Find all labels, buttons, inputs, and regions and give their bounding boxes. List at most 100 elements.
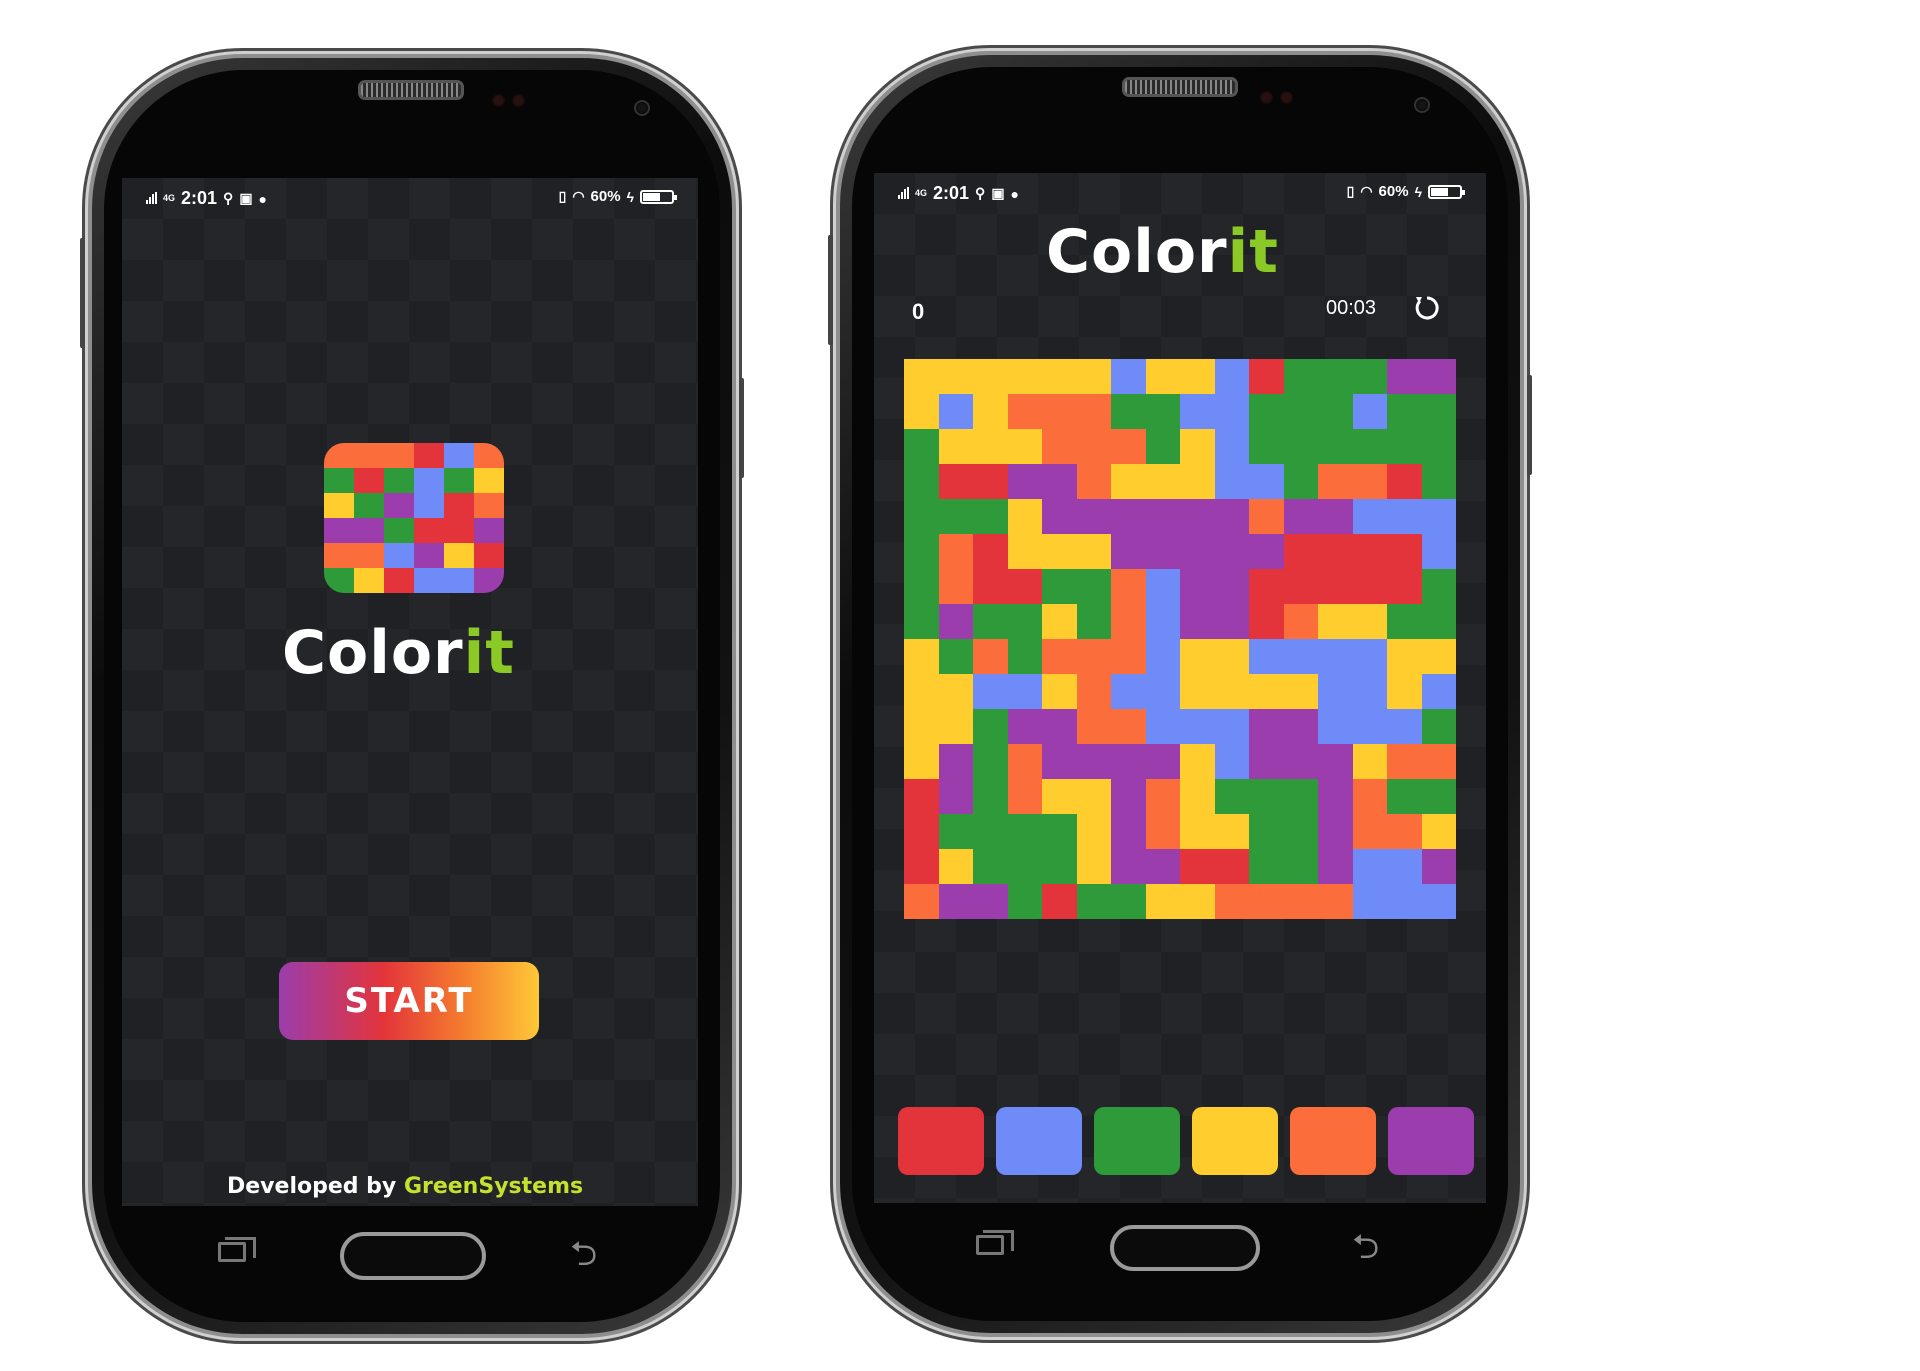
board-cell bbox=[1111, 674, 1146, 709]
board-cell bbox=[973, 744, 1008, 779]
board-cell bbox=[1249, 884, 1284, 919]
board-cell bbox=[1076, 744, 1111, 779]
board-cell bbox=[1352, 464, 1387, 499]
battery-icon bbox=[1428, 184, 1465, 199]
color-palette bbox=[898, 1107, 1474, 1175]
board-cell bbox=[1042, 709, 1077, 744]
board-cell bbox=[1076, 849, 1111, 884]
start-button[interactable]: START bbox=[279, 962, 539, 1040]
board-cell bbox=[938, 394, 973, 429]
board-cell bbox=[1007, 884, 1042, 919]
battery-percent: 60% bbox=[590, 188, 621, 205]
board-cell bbox=[1042, 604, 1077, 639]
back-icon[interactable]: ⮌ bbox=[1352, 1223, 1379, 1280]
board-cell bbox=[1007, 849, 1042, 884]
board-cell bbox=[1283, 534, 1318, 569]
board-cell bbox=[1111, 744, 1146, 779]
color-button-green[interactable] bbox=[1094, 1107, 1180, 1175]
color-button-purple[interactable] bbox=[1388, 1107, 1474, 1175]
board-cell bbox=[1214, 499, 1249, 534]
board-cell bbox=[1007, 534, 1042, 569]
developer-name[interactable]: GreenSystems bbox=[404, 1174, 583, 1199]
board-cell bbox=[1180, 394, 1215, 429]
board-cell bbox=[1007, 744, 1042, 779]
board-cell bbox=[938, 604, 973, 639]
board-cell bbox=[1318, 499, 1353, 534]
color-button-blue[interactable] bbox=[996, 1107, 1082, 1175]
board-cell bbox=[938, 779, 973, 814]
board-cell bbox=[1421, 604, 1456, 639]
board-cell bbox=[904, 884, 939, 919]
logo-tile bbox=[474, 543, 504, 568]
home-button[interactable] bbox=[340, 1232, 486, 1280]
volume-button bbox=[828, 235, 833, 345]
board-cell bbox=[1387, 814, 1422, 849]
color-button-yellow[interactable] bbox=[1192, 1107, 1278, 1175]
board-cell bbox=[1283, 884, 1318, 919]
board-cell bbox=[1283, 429, 1318, 464]
board-cell bbox=[973, 849, 1008, 884]
logo-tile bbox=[354, 543, 384, 568]
board-cell bbox=[904, 499, 939, 534]
proximity-sensor bbox=[1260, 91, 1273, 104]
board-cell bbox=[1318, 569, 1353, 604]
board-cell bbox=[1076, 534, 1111, 569]
board-cell bbox=[1421, 674, 1456, 709]
logo-tile bbox=[354, 468, 384, 493]
board-cell bbox=[1283, 604, 1318, 639]
app-logo-text: Colorit bbox=[1046, 217, 1279, 287]
logo-tile bbox=[444, 493, 474, 518]
logo-tile bbox=[414, 493, 444, 518]
battery-icon bbox=[640, 189, 677, 204]
board-cell bbox=[1214, 744, 1249, 779]
board-cell bbox=[1076, 359, 1111, 394]
board-cell bbox=[1421, 884, 1456, 919]
board-cell bbox=[1214, 604, 1249, 639]
network-type: 4G bbox=[915, 188, 928, 198]
board-cell bbox=[1042, 779, 1077, 814]
board-cell bbox=[1007, 604, 1042, 639]
board-cell bbox=[1145, 674, 1180, 709]
logo-tile bbox=[354, 518, 384, 543]
board-cell bbox=[1421, 429, 1456, 464]
board-cell bbox=[1283, 744, 1318, 779]
board-cell bbox=[1145, 569, 1180, 604]
board-cell bbox=[904, 744, 939, 779]
restart-icon[interactable] bbox=[1410, 291, 1444, 325]
board-cell bbox=[1214, 674, 1249, 709]
logo-tile bbox=[444, 568, 474, 593]
board-cell bbox=[938, 709, 973, 744]
app-logo-text: Colorit bbox=[282, 618, 515, 688]
logo-tile bbox=[474, 443, 504, 468]
board-cell bbox=[1421, 499, 1456, 534]
logo-tile bbox=[354, 493, 384, 518]
board-cell bbox=[1249, 744, 1284, 779]
board-cell bbox=[1421, 359, 1456, 394]
recent-apps-icon[interactable] bbox=[218, 1237, 256, 1262]
board-cell bbox=[1387, 674, 1422, 709]
board-cell bbox=[1352, 569, 1387, 604]
phone-splash: 4G 2:01 ⚲ ▣ ● ▯ ◠ 60% ϟ Colorit START De… bbox=[80, 58, 744, 1334]
logo-tile bbox=[324, 543, 354, 568]
home-button[interactable] bbox=[1110, 1225, 1260, 1271]
logo-tile bbox=[324, 468, 354, 493]
usb-icon: ⚲ bbox=[975, 185, 986, 201]
logo-tile bbox=[474, 493, 504, 518]
recent-apps-icon[interactable] bbox=[976, 1230, 1014, 1255]
board-cell bbox=[1042, 849, 1077, 884]
color-button-red[interactable] bbox=[898, 1107, 984, 1175]
back-icon[interactable]: ⮌ bbox=[570, 1230, 597, 1287]
board-cell bbox=[1352, 429, 1387, 464]
color-button-orange[interactable] bbox=[1290, 1107, 1376, 1175]
board-cell bbox=[1318, 604, 1353, 639]
board-cell bbox=[973, 884, 1008, 919]
signal-icon bbox=[146, 191, 157, 206]
board-cell bbox=[1180, 534, 1215, 569]
board-cell bbox=[938, 884, 973, 919]
charging-icon: ϟ bbox=[1414, 183, 1422, 200]
board-cell bbox=[904, 429, 939, 464]
board-cell bbox=[1007, 709, 1042, 744]
game-board[interactable] bbox=[904, 359, 1456, 919]
board-cell bbox=[1249, 534, 1284, 569]
message-icon: ● bbox=[1010, 185, 1020, 202]
